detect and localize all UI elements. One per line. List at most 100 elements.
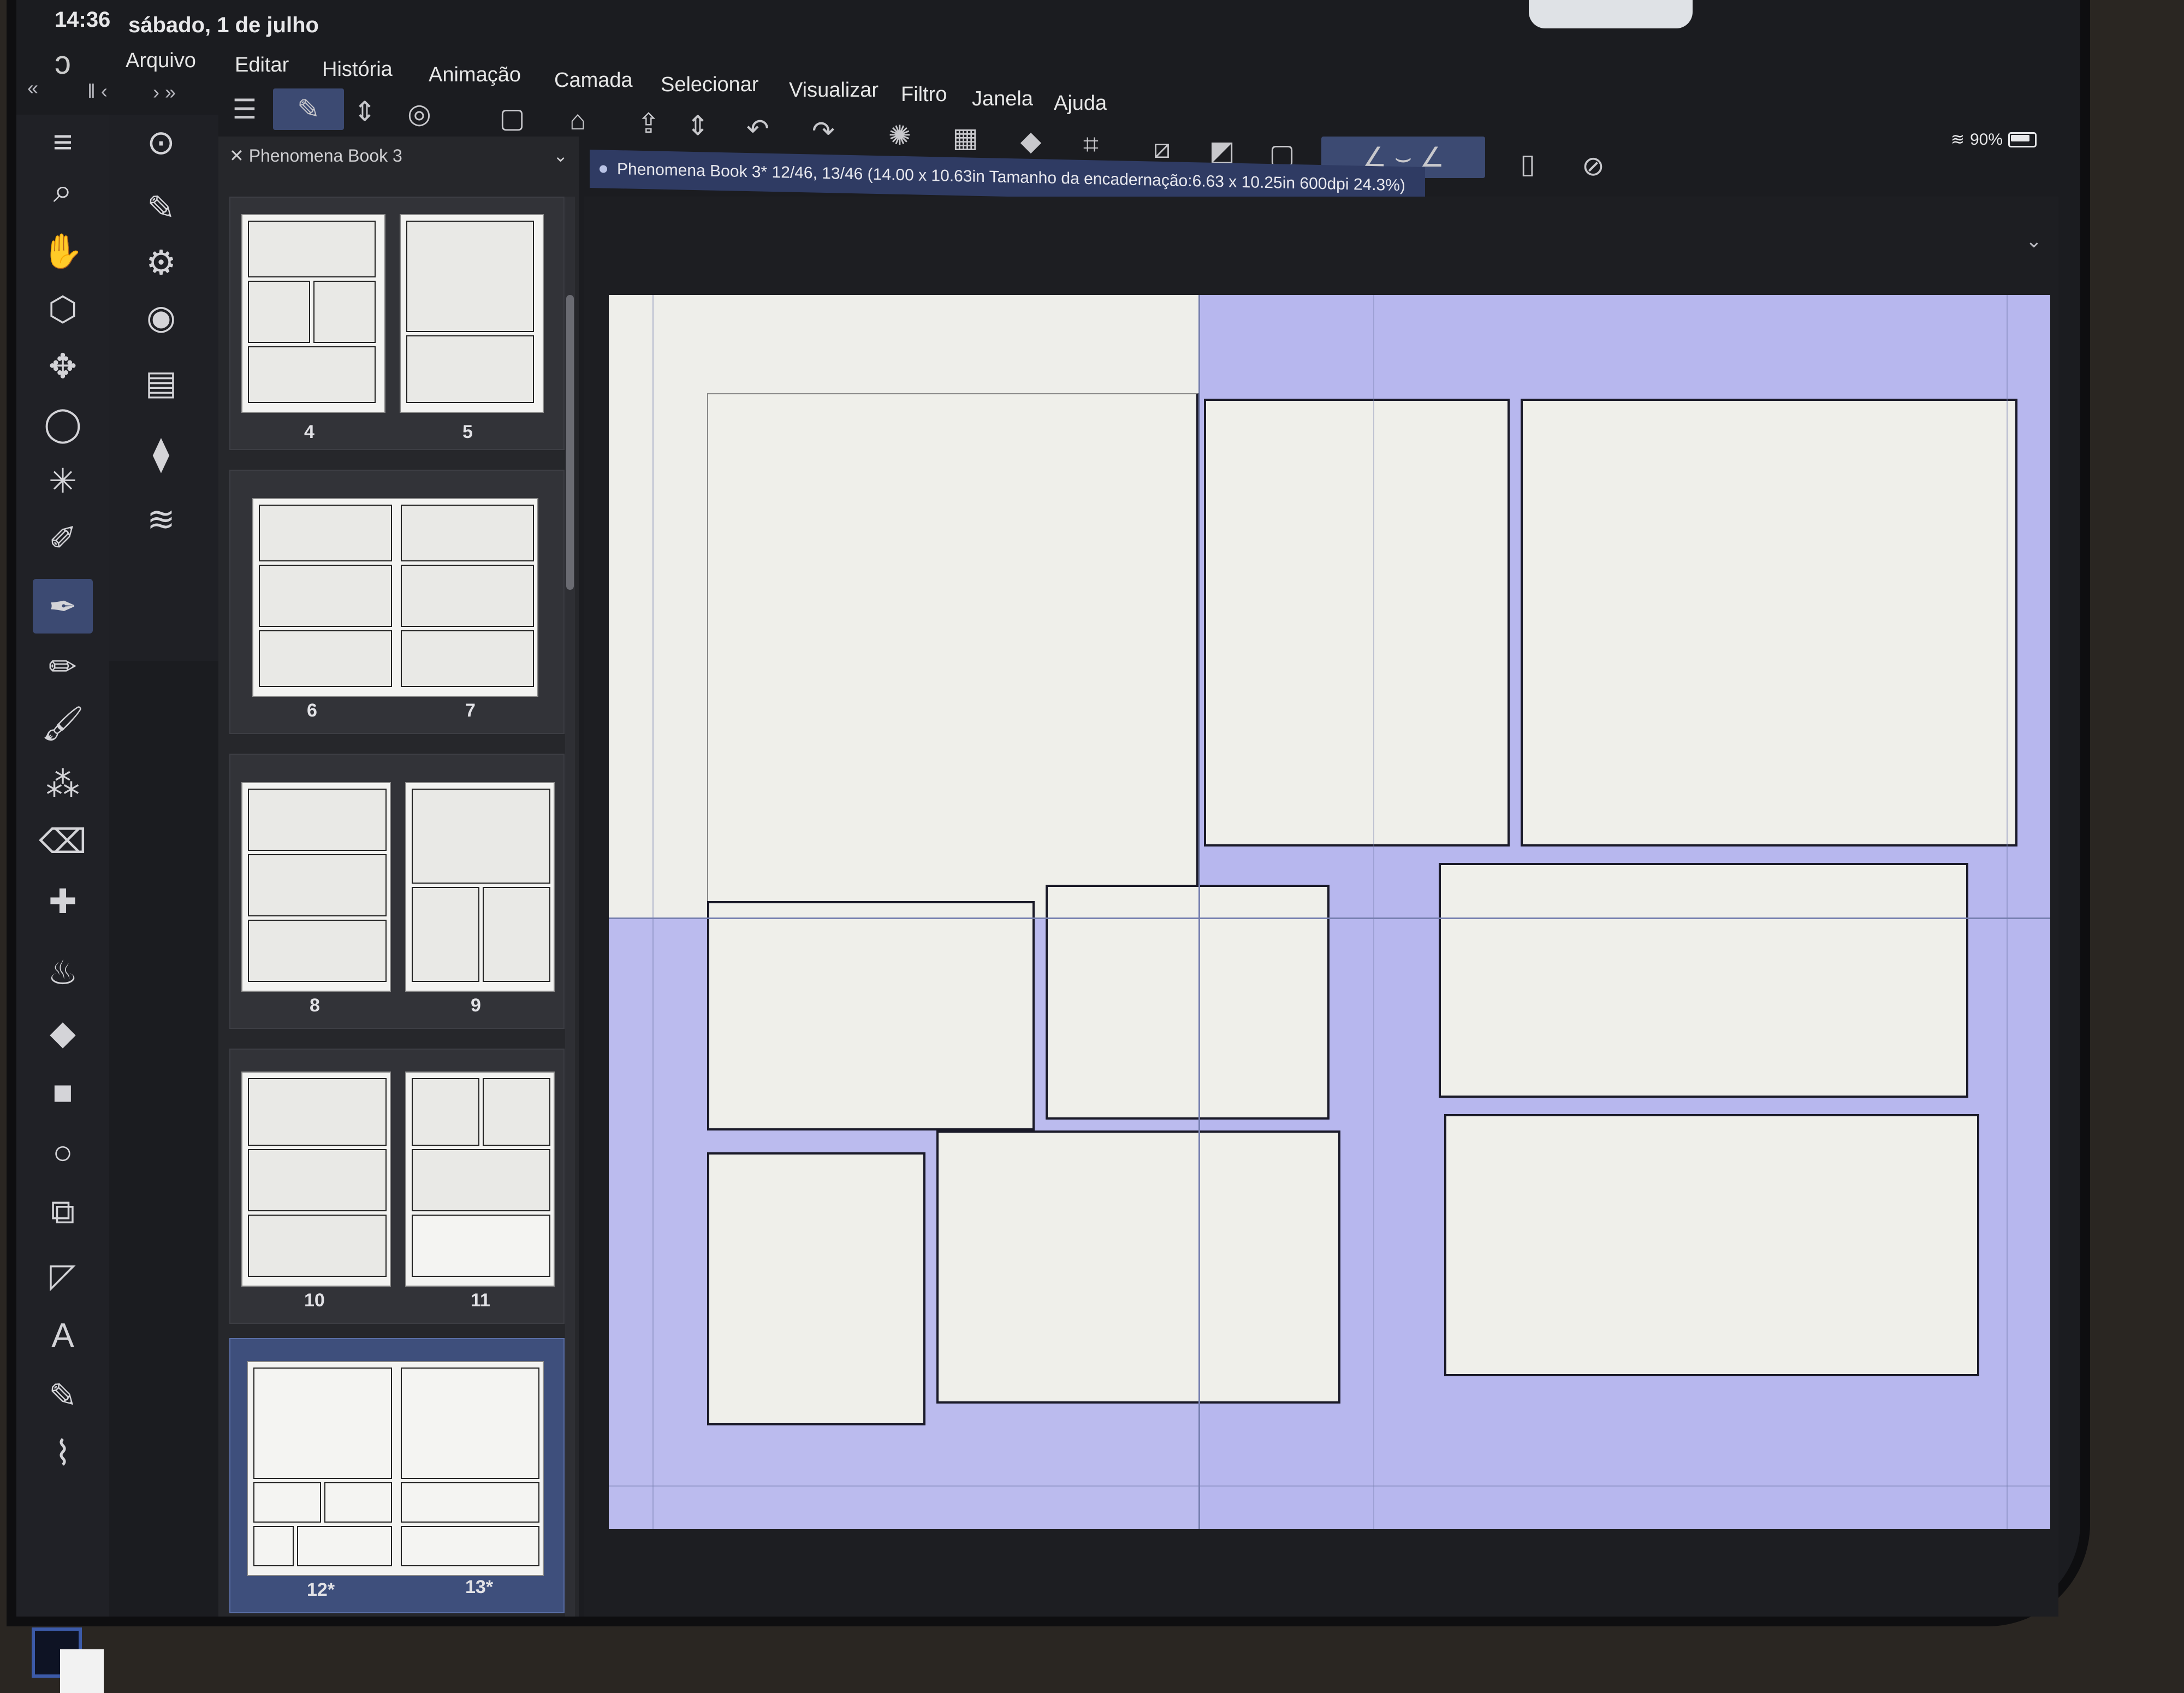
redo-icon[interactable]: ↷	[803, 110, 844, 152]
document-tab[interactable]: ✕ Phenomena Book 3 ⌄	[218, 137, 579, 175]
comic-panel[interactable]	[1444, 1114, 1979, 1376]
scrollbar-thumb[interactable]	[566, 295, 574, 590]
settings-icon[interactable]: ⊘	[1572, 145, 1614, 187]
eyedropper-icon[interactable]: ✐	[33, 511, 93, 565]
page-thumbnail[interactable]	[241, 782, 391, 992]
pen-icon[interactable]: ✒	[33, 579, 93, 634]
frame-border-icon[interactable]: ⧉	[33, 1185, 93, 1240]
page-thumbnail[interactable]	[252, 498, 538, 697]
brush-icon[interactable]: 🖌	[33, 696, 93, 751]
status-bar: 14:36 sábado, 1 de julho	[16, 0, 2037, 49]
menu-arquivo[interactable]: Arquivo	[126, 49, 196, 73]
undo-icon[interactable]: ↶	[737, 108, 779, 150]
transform-icon[interactable]: ⌗	[1070, 123, 1112, 165]
close-tab-icon[interactable]: ✕	[229, 146, 249, 165]
tool-palette: ≡ ⌕ ✋ ⬡ ✥ ◯ ✳ ✐ ✒ ✏ 🖌 ⁂ ⌫ ✚ ♨ ◆ ■ ○ ⧉ ◸ …	[16, 115, 109, 1693]
pencil-icon[interactable]: ✏	[33, 639, 93, 694]
page-number: 11	[471, 1290, 490, 1311]
app-logo-icon[interactable]: ↄ	[55, 44, 71, 81]
fill-icon[interactable]: ◆	[1010, 120, 1052, 162]
canvas-chevron-icon[interactable]: ⌄	[2026, 229, 2042, 252]
page-thumbnail[interactable]	[241, 1072, 391, 1287]
page-spread[interactable]: 6 7	[229, 470, 565, 734]
page-thumbnail[interactable]	[241, 214, 385, 413]
chevron-down-icon[interactable]: ⌄	[553, 137, 568, 175]
comic-panel[interactable]	[936, 1130, 1340, 1404]
updown-icon[interactable]: ⇕	[344, 91, 385, 132]
eraser-icon[interactable]: ⌫	[33, 814, 93, 868]
center-guide	[1198, 295, 1200, 1529]
gradient-icon[interactable]: ■	[33, 1065, 93, 1120]
text-icon[interactable]: A	[33, 1308, 93, 1363]
export-icon[interactable]: ⇪	[628, 103, 669, 144]
comic-panel[interactable]	[707, 393, 1198, 917]
tablet-frame: 14:36 sábado, 1 de julho ≋ 90% ↄ Arquivo…	[16, 0, 2080, 1693]
pen-palette-icon[interactable]: ≡	[33, 115, 93, 169]
ruler-tool-icon[interactable]: ◸	[33, 1248, 93, 1303]
magic-wand-icon[interactable]: ✳	[33, 453, 93, 508]
loading-icon[interactable]: ✺	[879, 115, 921, 156]
edit-mode-icon[interactable]: ✎	[273, 88, 344, 130]
menu-icon[interactable]: ☰	[224, 88, 265, 130]
comic-panel[interactable]	[1521, 399, 2017, 846]
status-date: sábado, 1 de julho	[128, 13, 319, 37]
page-number: 12*	[307, 1579, 335, 1600]
expand-right-icon[interactable]: › »	[153, 81, 176, 104]
page-spread[interactable]: 8 9	[229, 754, 565, 1029]
page-spread-selected[interactable]: 12* 13*	[229, 1338, 565, 1613]
open-icon[interactable]: ⌂	[557, 99, 598, 141]
navigator-icon[interactable]: ⊙	[131, 115, 191, 169]
zoom-icon[interactable]: ⌕	[33, 164, 93, 218]
layer-property-icon[interactable]: ▤	[131, 355, 191, 410]
page-thumbnail[interactable]	[400, 214, 544, 413]
pane-toggle-icon[interactable]: ‖ ‹	[87, 80, 108, 103]
page-number: 10	[304, 1290, 325, 1311]
page-spread[interactable]: 10 11	[229, 1049, 565, 1324]
page-thumbnail[interactable]	[405, 782, 555, 992]
menu-editar[interactable]: Editar	[235, 54, 289, 77]
object-icon[interactable]: ⬡	[33, 281, 93, 336]
page-thumbnail[interactable]	[405, 1072, 555, 1287]
tool-property-icon[interactable]: ⚙	[131, 235, 191, 289]
material-icon[interactable]: ⧫	[131, 426, 191, 481]
comic-panel[interactable]	[1046, 885, 1330, 1120]
story-icon[interactable]: ◎	[399, 93, 440, 134]
comic-panel[interactable]	[1439, 863, 1968, 1098]
smartphone-icon[interactable]: ▯	[1507, 143, 1548, 185]
blend-icon[interactable]: ♨	[33, 945, 93, 999]
balloon-icon[interactable]: ✎	[33, 1368, 93, 1423]
airbrush-icon[interactable]: ⁂	[33, 756, 93, 811]
new-page-icon[interactable]: ▢	[491, 97, 533, 139]
figure-icon[interactable]: ○	[33, 1125, 93, 1180]
page-number: 9	[471, 995, 481, 1016]
page-thumbnail[interactable]	[247, 1361, 544, 1576]
page-spread[interactable]: 4 5	[229, 197, 565, 450]
decoration-icon[interactable]: ✚	[33, 874, 93, 928]
selection-icon[interactable]: ▦	[945, 117, 986, 158]
page-number: 8	[310, 995, 320, 1016]
pages-scrollbar[interactable]	[565, 197, 575, 1617]
page-number: 7	[465, 700, 476, 721]
document-info-text: Phenomena Book 3* 12/46, 13/46 (14.00 x …	[617, 160, 1405, 195]
layers-icon[interactable]: ≋	[131, 492, 191, 546]
bleed-guide	[652, 295, 654, 1529]
move-icon[interactable]: ✥	[33, 339, 93, 393]
background-color-swatch[interactable]	[60, 1649, 104, 1693]
correct-line-icon[interactable]: ⌇	[33, 1425, 93, 1480]
comic-panel[interactable]	[707, 901, 1035, 1130]
page-number: 5	[462, 422, 473, 442]
page-number: 6	[307, 700, 317, 721]
sub-tool-icon[interactable]: ✎	[131, 180, 191, 235]
page-spread-canvas[interactable]	[609, 295, 2050, 1529]
fill-bucket-icon[interactable]: ◆	[33, 1005, 93, 1059]
collapse-left-icon[interactable]: «	[27, 76, 38, 99]
brush-size-icon[interactable]: ◉	[131, 289, 191, 344]
comic-panel[interactable]	[1204, 399, 1510, 846]
updown2-icon[interactable]: ⇕	[677, 105, 719, 146]
modified-dot-icon	[600, 165, 607, 173]
bleed-guide	[2007, 295, 2008, 1529]
comic-panel[interactable]	[707, 1152, 925, 1425]
hand-icon[interactable]: ✋	[33, 224, 93, 279]
lasso-icon[interactable]: ◯	[33, 396, 93, 451]
page-number: 13*	[465, 1577, 494, 1597]
